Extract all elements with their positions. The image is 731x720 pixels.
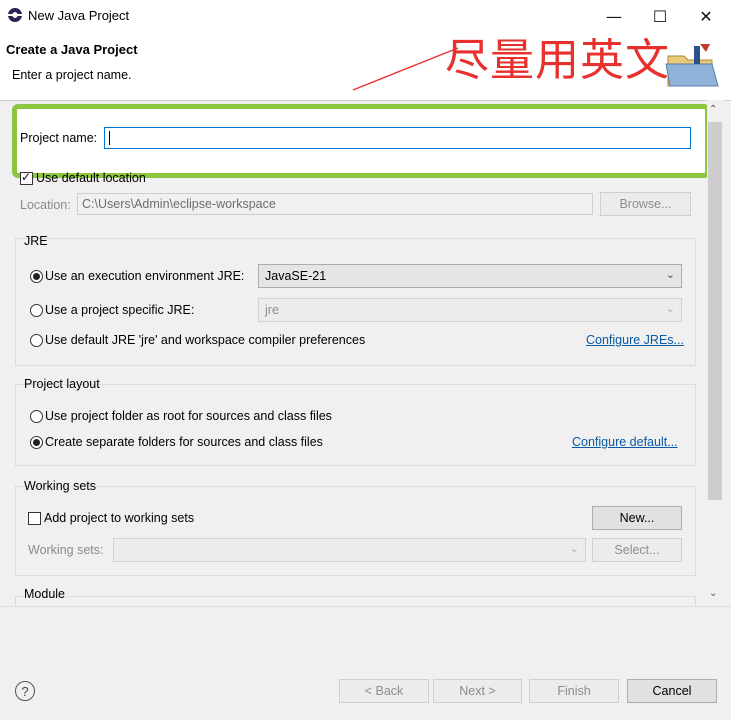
cancel-button[interactable]: Cancel [627, 679, 717, 703]
project-layout-group [15, 384, 696, 466]
finish-button[interactable]: Finish [529, 679, 619, 703]
configure-jres-link[interactable]: Configure JREs... [586, 333, 684, 347]
working-sets-label: Working sets: [28, 543, 104, 557]
module-group [15, 596, 696, 606]
configure-default-link[interactable]: Configure default... [572, 435, 678, 449]
java-project-folder-icon [665, 44, 719, 87]
scroll-down-icon[interactable]: ⌄ [709, 588, 717, 599]
chevron-down-icon: ⌄ [665, 302, 675, 315]
add-to-working-sets-label: Add project to working sets [44, 511, 195, 525]
location-input[interactable]: C:\Users\Admin\eclipse-workspace [77, 193, 593, 215]
annotation-text: 尽量用英文 [445, 35, 670, 86]
working-sets-select[interactable]: ⌄ [113, 538, 586, 562]
project-name-label: Project name: [20, 131, 98, 145]
back-button[interactable]: < Back [339, 679, 429, 703]
jre-specific-label: Use a project specific JRE: [45, 303, 195, 317]
annotation-arrow [352, 47, 459, 91]
help-icon[interactable]: ? [15, 681, 35, 701]
jre-env-select[interactable]: JavaSE-21 ⌄ [258, 264, 682, 288]
scrollbar-thumb[interactable] [708, 122, 722, 500]
jre-env-label: Use an execution environment JRE: [45, 269, 245, 283]
browse-button[interactable]: Browse... [600, 192, 691, 216]
working-sets-title: Working sets [24, 479, 97, 493]
layout-separate-radio[interactable] [30, 436, 43, 449]
scroll-up-icon[interactable]: ⌃ [709, 104, 717, 115]
use-default-location-label: Use default location [36, 171, 146, 185]
footer-separator [0, 606, 731, 607]
jre-default-radio[interactable] [30, 334, 43, 347]
project-layout-title: Project layout [24, 377, 100, 391]
wizard-title: Create a Java Project [6, 42, 138, 57]
next-button[interactable]: Next > [433, 679, 522, 703]
use-default-location-checkbox[interactable] [20, 170, 33, 185]
eclipse-icon [8, 8, 22, 22]
text-cursor [109, 131, 110, 145]
select-working-sets-button[interactable]: Select... [592, 538, 682, 562]
chevron-down-icon: ⌄ [569, 542, 579, 555]
jre-default-label: Use default JRE 'jre' and workspace comp… [45, 333, 366, 347]
module-title: Module [24, 587, 65, 601]
jre-group-title: JRE [24, 234, 48, 248]
layout-separate-label: Create separate folders for sources and … [45, 435, 323, 449]
layout-root-label: Use project folder as root for sources a… [45, 409, 332, 423]
layout-root-radio[interactable] [30, 410, 43, 423]
wizard-description: Enter a project name. [12, 68, 132, 82]
working-sets-group [15, 486, 696, 576]
chevron-down-icon: ⌄ [665, 268, 675, 281]
location-label: Location: [20, 198, 71, 212]
jre-env-radio[interactable] [30, 270, 43, 283]
jre-specific-radio[interactable] [30, 304, 43, 317]
new-working-set-button[interactable]: New... [592, 506, 682, 530]
project-name-input[interactable] [104, 127, 691, 149]
jre-env-value: JavaSE-21 [265, 269, 327, 283]
close-button[interactable]: ✕ [683, 0, 729, 32]
jre-specific-select[interactable]: jre ⌄ [258, 298, 682, 322]
window-title: New Java Project [28, 8, 130, 23]
jre-specific-value: jre [265, 303, 279, 317]
add-to-working-sets-checkbox[interactable] [28, 512, 41, 525]
wizard-header: Create a Java Project Enter a project na… [0, 32, 731, 101]
